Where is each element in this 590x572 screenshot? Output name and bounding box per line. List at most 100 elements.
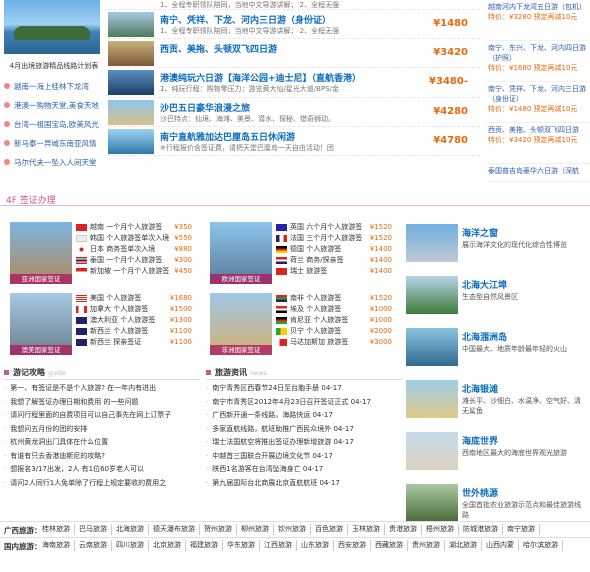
visa-row[interactable]: 日本 商务签单次入境 ¥880 xyxy=(76,244,192,255)
promo-caption[interactable]: 4月出境旅游精品线路计划表 xyxy=(4,61,104,71)
news-item[interactable]: 南宁青秀区西春节24日至台胞手册 04-17 xyxy=(206,382,402,396)
link-item[interactable]: 湖北旅游 xyxy=(445,540,482,551)
attraction-name[interactable]: 海洋之窗 xyxy=(462,226,498,239)
visa-row[interactable]: 加拿大 个人旅游签 ¥1500 xyxy=(76,304,192,315)
visa-image[interactable]: 非洲国家签证 xyxy=(210,293,272,355)
promo-item[interactable]: 新马泰一异域东南亚风情 xyxy=(4,134,104,153)
news-item[interactable]: 广西新开通一条线路，海路快运 04-17 xyxy=(206,409,402,423)
link-item[interactable]: 德天瀑布旅游 xyxy=(149,524,200,535)
deal-item[interactable]: 越南河内下龙湾五日游（包机） 特价：¥3280 预定再减10元 xyxy=(486,0,590,41)
news-item[interactable]: 想报名3/17出发，2人 有1位60岁老人可以 xyxy=(4,463,200,477)
link-item[interactable]: 江西旅游 xyxy=(260,540,297,551)
visa-row[interactable]: 荷兰 商务/探亲签 ¥1400 xyxy=(276,255,392,266)
tour-title[interactable]: 南宁、凭祥、下龙、河内三日游（身份证） xyxy=(160,13,331,26)
attraction-name[interactable]: 海底世界 xyxy=(462,434,498,447)
tour-image[interactable] xyxy=(108,41,154,66)
news-item[interactable]: 请问行程里面的自费项目可以自己事先在网上订票子 xyxy=(4,409,200,423)
visa-row[interactable]: 新加坡 一个月个人旅游签 ¥450 xyxy=(76,266,192,277)
deal-item[interactable]: 泰国普吉岛豪华六日游（深航 xyxy=(486,164,590,182)
tour-title[interactable]: 沙巴五日豪华浪漫之旅 xyxy=(160,101,250,114)
visa-label[interactable]: 澳美国家签证 xyxy=(10,345,72,355)
link-item[interactable]: 桂林旅游 xyxy=(38,524,75,535)
attraction-name[interactable]: 北海银滩 xyxy=(462,382,498,395)
promo-item[interactable]: 越南一海上桂林下龙湾 xyxy=(4,77,104,96)
promo-item[interactable]: 港澳一购物天堂,美食天地 xyxy=(4,96,104,115)
attraction-image[interactable] xyxy=(406,328,458,366)
visa-label[interactable]: 欧洲国家签证 xyxy=(210,274,272,284)
promo-image[interactable] xyxy=(4,0,100,54)
news-item[interactable]: 第一、有签证是不是个人旅游? 在一年内有进出 xyxy=(4,382,200,396)
link-item[interactable]: 贵港旅游 xyxy=(385,524,422,535)
link-item[interactable]: 四川旅游 xyxy=(112,540,149,551)
attraction-name[interactable]: 北海大江埠 xyxy=(462,278,507,291)
attraction-name[interactable]: 世外桃源 xyxy=(462,486,498,499)
attraction-image[interactable] xyxy=(406,224,458,262)
link-item[interactable]: 梧州旅游 xyxy=(422,524,459,535)
news-item[interactable]: 请问2人同行1人免单除了行程上规定要收的费用之 xyxy=(4,477,200,491)
news-item[interactable]: 陕西1名游客在台湾坠海身亡 04-17 xyxy=(206,463,402,477)
attraction-name[interactable]: 北海涠洲岛 xyxy=(462,330,507,343)
visa-label[interactable]: 亚洲国家签证 xyxy=(10,274,72,284)
visa-row[interactable]: 韩国 个人旅游签单次入境 ¥550 xyxy=(76,233,192,244)
visa-row[interactable]: 埃及 个人旅游签 ¥1000 xyxy=(276,304,392,315)
visa-row[interactable]: 贝宁 个人旅游签 ¥2000 xyxy=(276,326,392,337)
deal-item[interactable]: 南宁、凭祥、下龙、河内三日游（身份证） 特价：¥1480 预定再减10元 xyxy=(486,82,590,123)
deal-item[interactable]: 南宁、东兴、下龙、河内四日游（护照） 特价：¥1680 预定再减10元 xyxy=(486,41,590,82)
link-item[interactable]: 北海旅游 xyxy=(112,524,149,535)
link-item[interactable]: 百色旅游 xyxy=(311,524,348,535)
visa-row[interactable]: 英国 六个月个人旅游签 ¥1520 xyxy=(276,222,392,233)
link-item[interactable]: 贺州旅游 xyxy=(200,524,237,535)
tour-title[interactable]: 港澳纯玩六日游【海洋公园+迪士尼】（直航香港） xyxy=(160,71,361,84)
deal-item[interactable]: 西贡、美拖、头顿双飞四日游 特价：¥3420 预定再减10元 xyxy=(486,123,590,164)
link-item[interactable]: 玉林旅游 xyxy=(348,524,385,535)
visa-row[interactable]: 泰国 一个月个人旅游签 ¥300 xyxy=(76,255,192,266)
deal-name[interactable]: 泰国普吉岛豪华六日游（深航 xyxy=(488,166,588,176)
link-item[interactable]: 山东旅游 xyxy=(297,540,334,551)
tour-image[interactable] xyxy=(108,12,154,37)
attraction-image[interactable] xyxy=(406,276,458,314)
attraction-image[interactable] xyxy=(406,380,458,418)
link-item[interactable]: 钦州旅游 xyxy=(274,524,311,535)
tour-image[interactable] xyxy=(108,70,154,95)
deal-name[interactable]: 越南河内下龙湾五日游（包机） xyxy=(488,2,588,12)
news-item[interactable]: 我想了解签证办理日期和费用 的一些问题 xyxy=(4,396,200,410)
visa-image[interactable]: 澳美国家签证 xyxy=(10,293,72,355)
link-item[interactable]: 哈尔滨旅游 xyxy=(519,540,563,551)
visa-row[interactable]: 肯尼亚 个人旅游签 ¥1000 xyxy=(276,315,392,326)
link-item[interactable]: 北京旅游 xyxy=(149,540,186,551)
link-item[interactable]: 南宁旅游 xyxy=(503,524,540,535)
visa-row[interactable]: 新西兰 探亲签证 ¥1100 xyxy=(76,337,192,348)
visa-row[interactable]: 南非 个人旅游签 ¥1520 xyxy=(276,293,392,304)
tour-image[interactable] xyxy=(108,100,154,125)
link-item[interactable]: 贵州旅游 xyxy=(408,540,445,551)
visa-image[interactable]: 亚洲国家签证 xyxy=(10,222,72,284)
visa-row[interactable]: 马达加斯加 旅游签 ¥3000 xyxy=(276,337,392,348)
link-item[interactable]: 华东旅游 xyxy=(223,540,260,551)
visa-row[interactable]: 越南 一个月个人旅游签 ¥350 xyxy=(76,222,192,233)
news-item[interactable]: 第九届国际台北商展北京直航航班 04-17 xyxy=(206,477,402,491)
deal-name[interactable]: 南宁、东兴、下龙、河内四日游（护照） xyxy=(488,43,588,63)
attraction-image[interactable] xyxy=(406,484,458,522)
news-item[interactable]: 我想问五月份的团的安排 xyxy=(4,423,200,437)
link-item[interactable]: 福建旅游 xyxy=(186,540,223,551)
link-item[interactable]: 西藏旅游 xyxy=(371,540,408,551)
link-item[interactable]: 防城港旅游 xyxy=(459,524,503,535)
link-item[interactable]: 海南旅游 xyxy=(38,540,75,551)
visa-label[interactable]: 非洲国家签证 xyxy=(210,345,272,355)
visa-row[interactable]: 美国 个人旅游签 ¥1680 xyxy=(76,293,192,304)
deal-name[interactable]: 西贡、美拖、头顿双飞四日游 xyxy=(488,125,588,135)
link-item[interactable]: 柳州旅游 xyxy=(237,524,274,535)
link-item[interactable]: 山西内蒙 xyxy=(482,540,519,551)
attraction-image[interactable] xyxy=(406,432,458,470)
visa-row[interactable]: 瑞士 旅游签 ¥1400 xyxy=(276,266,392,277)
news-item[interactable]: 瑞士法国航空将推出签证办理新增旅游 04-17 xyxy=(206,436,402,450)
news-item[interactable]: 杭州黄龙洞出门具体在什么位置 xyxy=(4,436,200,450)
news-item[interactable]: 中越首三国联合开展边境文化节 04-17 xyxy=(206,450,402,464)
link-item[interactable]: 云南旅游 xyxy=(75,540,112,551)
visa-row[interactable]: 德国 个人旅游签 ¥1400 xyxy=(276,244,392,255)
news-item[interactable]: 多家直航线路，航班助推广西民众境外 04-17 xyxy=(206,423,402,437)
news-item[interactable]: 有谁有只去香港迪斯尼的攻略? xyxy=(4,450,200,464)
promo-item[interactable]: 台湾一祖国宝岛,欧美风光 xyxy=(4,115,104,134)
tour-title[interactable]: 西贡、美拖、头顿双飞四日游 xyxy=(160,42,277,55)
link-item[interactable]: 西安旅游 xyxy=(334,540,371,551)
